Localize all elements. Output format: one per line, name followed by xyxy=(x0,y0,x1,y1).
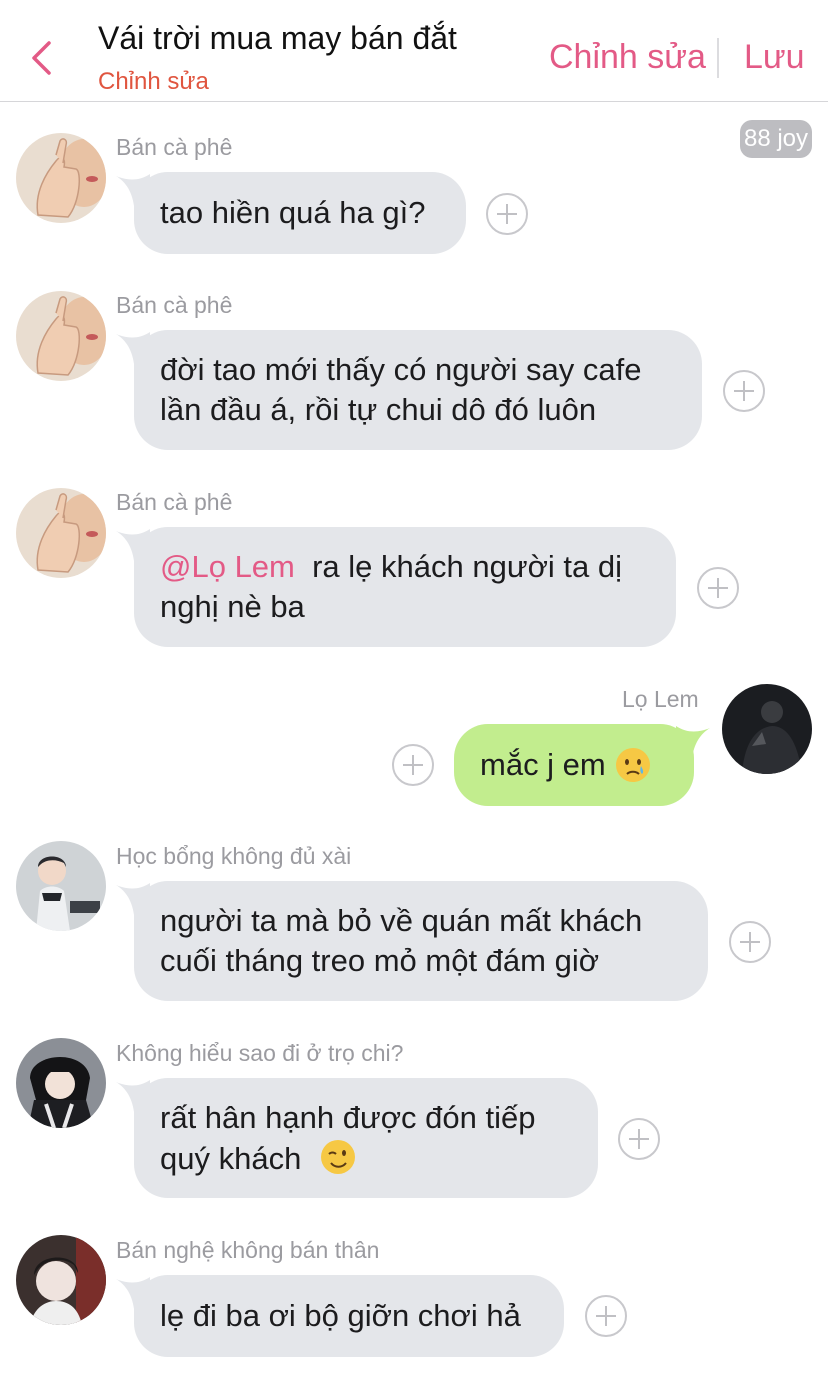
message-text-line: quý khách xyxy=(160,1141,302,1176)
message-text: mắc j em xyxy=(480,747,606,782)
header-divider xyxy=(717,38,719,78)
avatar[interactable] xyxy=(16,291,106,381)
message-text: ra lẹ khách người ta dị xyxy=(312,549,623,584)
avatar[interactable] xyxy=(16,133,106,223)
edit-button[interactable]: Chỉnh sửa xyxy=(549,38,706,77)
add-reaction-icon[interactable] xyxy=(618,1118,660,1160)
message-text-line: cuối tháng treo mỏ một đám giờ xyxy=(160,943,600,978)
message-text: tao hiền quá ha gì? xyxy=(160,195,426,230)
message-text-line: rất hân hạnh được đón tiếp xyxy=(160,1100,536,1135)
message-text-line: lần đầu á, rồi tự chui dô đó luôn xyxy=(160,392,597,427)
avatar[interactable] xyxy=(722,684,812,774)
message-sender: Bán cà phê xyxy=(116,292,233,318)
message-sender: Lọ Lem xyxy=(622,686,699,712)
chat-title: Vái trời mua may bán đắt xyxy=(98,20,457,56)
message-sender: Bán cà phê xyxy=(116,489,233,515)
message-sender: Bán nghệ không bán thân xyxy=(116,1237,380,1263)
add-reaction-icon[interactable] xyxy=(585,1295,627,1337)
message-sender: Bán cà phê xyxy=(116,134,233,160)
message-bubble[interactable]: lẹ đi ba ơi bộ giỡn chơi hả xyxy=(134,1275,564,1357)
chat-header: Vái trời mua may bán đắt Chỉnh sửa Chỉnh… xyxy=(0,0,828,102)
add-reaction-icon[interactable] xyxy=(392,744,434,786)
message-bubble[interactable]: đời tao mới thấy có người say cafe lần đ… xyxy=(134,330,702,450)
chevron-left-icon[interactable] xyxy=(30,40,52,76)
user-mention[interactable]: @Lọ Lem xyxy=(160,549,295,584)
message-bubble[interactable]: rất hân hạnh được đón tiếp quý khách xyxy=(134,1078,598,1198)
avatar[interactable] xyxy=(16,1038,106,1128)
message-sender: Không hiểu sao đi ở trọ chi? xyxy=(116,1040,404,1066)
message-text: lẹ đi ba ơi bộ giỡn chơi hả xyxy=(160,1298,521,1333)
save-button[interactable]: Lưu xyxy=(744,38,805,77)
message-bubble[interactable]: người ta mà bỏ về quán mất khách cuối th… xyxy=(134,881,708,1001)
message-text-line: đời tao mới thấy có người say cafe xyxy=(160,352,642,387)
message-text-line: nghị nè ba xyxy=(160,589,305,624)
winking-face-emoji xyxy=(320,1140,355,1174)
add-reaction-icon[interactable] xyxy=(723,370,765,412)
message-bubble[interactable]: mắc j em xyxy=(454,724,694,806)
message-sender: Học bổng không đủ xài xyxy=(116,843,352,869)
joy-badge[interactable]: 88 joy xyxy=(740,120,812,158)
message-bubble[interactable]: @Lọ Lem ra lẹ khách người ta dị nghị nè … xyxy=(134,527,676,647)
message-text-line: người ta mà bỏ về quán mất khách xyxy=(160,903,643,938)
avatar[interactable] xyxy=(16,841,106,931)
avatar[interactable] xyxy=(16,488,106,578)
avatar[interactable] xyxy=(16,1235,106,1325)
add-reaction-icon[interactable] xyxy=(729,921,771,963)
message-bubble[interactable]: tao hiền quá ha gì? xyxy=(134,172,466,254)
crying-face-emoji xyxy=(616,748,651,782)
chat-subtitle-edit-link[interactable]: Chỉnh sửa xyxy=(98,68,209,96)
add-reaction-icon[interactable] xyxy=(486,193,528,235)
add-reaction-icon[interactable] xyxy=(697,567,739,609)
